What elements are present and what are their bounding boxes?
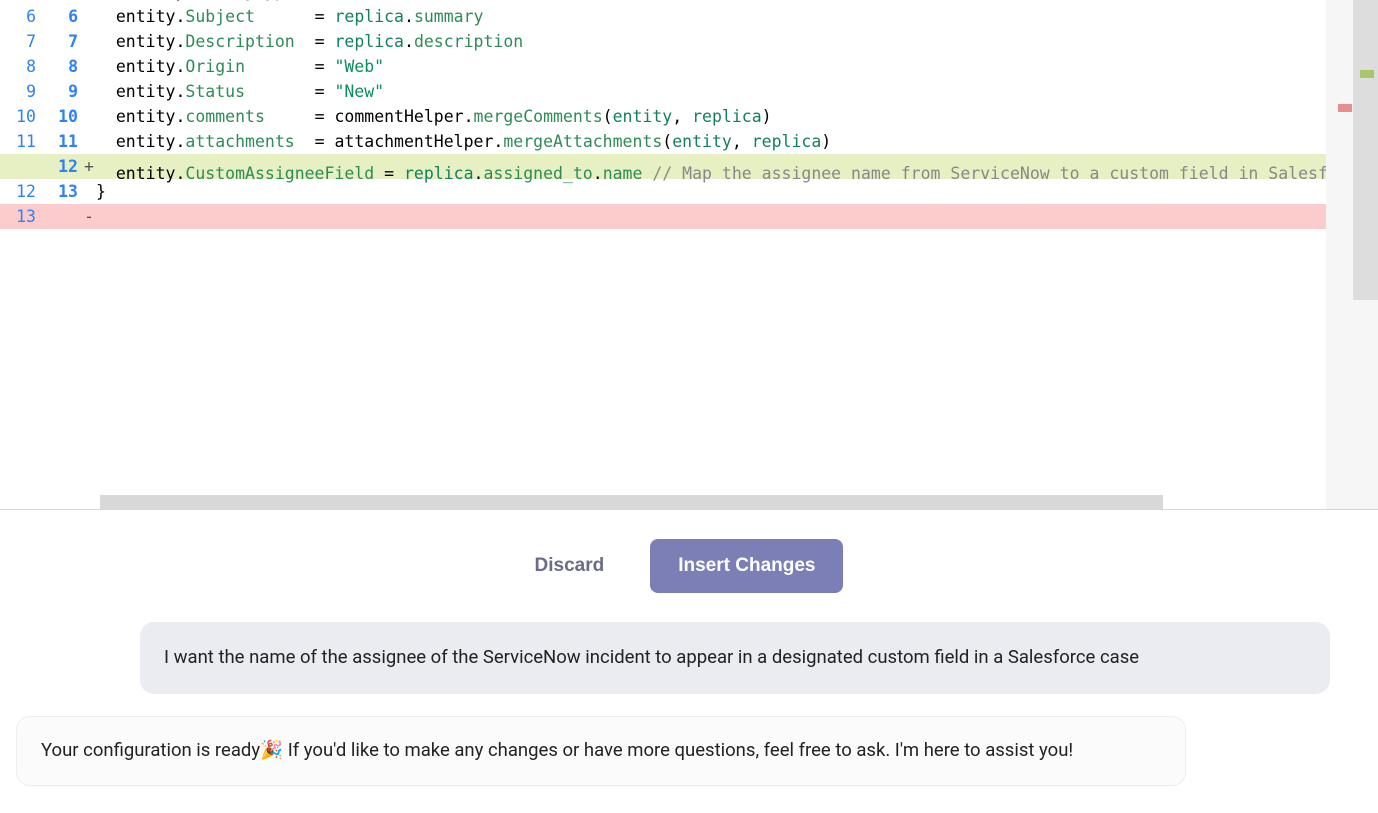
gutter: 13 -: [0, 204, 94, 229]
diff-line[interactable]: 88 entity.Origin = "Web": [0, 54, 1378, 79]
gutter: 66: [0, 4, 94, 29]
diff-marker: [84, 179, 94, 204]
diff-marker: -: [84, 204, 94, 229]
gutter: 1010: [0, 104, 94, 129]
diff-line[interactable]: 66 entity.Subject = replica.summary: [0, 4, 1378, 29]
line-number-new: 13: [42, 179, 84, 204]
line-number-old: 8: [0, 54, 42, 79]
gutter: 99: [0, 79, 94, 104]
discard-button[interactable]: Discard: [535, 555, 605, 577]
chat-user-message: I want the name of the assignee of the S…: [140, 622, 1330, 694]
ruler-deleted-marker: [1338, 104, 1352, 112]
line-number-new: 7: [42, 29, 84, 54]
diff-line-added[interactable]: 12+ entity.CustomAssigneeField = replica…: [0, 154, 1378, 179]
code-content: }: [94, 179, 1378, 204]
line-number-new: 10: [42, 104, 84, 129]
line-number-old: [0, 154, 42, 179]
diff-line[interactable]: 1111 entity.attachments = attachmentHelp…: [0, 129, 1378, 154]
gutter: 1213: [0, 179, 94, 204]
overview-ruler[interactable]: [1326, 0, 1378, 510]
diff-line[interactable]: 99 entity.Status = "New": [0, 79, 1378, 104]
diff-marker: [84, 104, 94, 129]
line-number-new: 6: [42, 4, 84, 29]
gutter: 77: [0, 29, 94, 54]
line-number-old: 11: [0, 129, 42, 154]
assistant-text-prefix: Your configuration is ready: [41, 739, 260, 761]
diff-marker: [84, 54, 94, 79]
diff-code-editor[interactable]: 55if(entity.entityType == "Case"){66 ent…: [0, 0, 1378, 510]
code-content: entity.Origin = "Web": [94, 54, 1378, 79]
line-number-new: 9: [42, 79, 84, 104]
diff-line[interactable]: 1213}: [0, 179, 1378, 204]
diff-marker: +: [84, 154, 94, 179]
code-content: entity.Description = replica.description: [94, 29, 1378, 54]
line-number-old: 13: [0, 204, 42, 229]
diff-line[interactable]: 1010 entity.comments = commentHelper.mer…: [0, 104, 1378, 129]
code-content: entity.comments = commentHelper.mergeCom…: [94, 104, 1378, 129]
diff-marker: [84, 129, 94, 154]
horizontal-scrollbar[interactable]: [100, 495, 1308, 509]
line-number-old: 7: [0, 29, 42, 54]
ruler-added-marker: [1360, 70, 1374, 78]
code-content: entity.attachments = attachmentHelper.me…: [94, 129, 1378, 154]
party-popper-icon: 🎉: [260, 739, 283, 761]
line-number-old: 9: [0, 79, 42, 104]
diff-marker: [84, 79, 94, 104]
line-number-new: 11: [42, 129, 84, 154]
chat-assistant-message: Your configuration is ready🎉 If you'd li…: [16, 716, 1186, 786]
code-area: 55if(entity.entityType == "Case"){66 ent…: [0, 0, 1378, 229]
overview-ruler-viewport: [1353, 0, 1378, 300]
line-number-new: 12: [42, 154, 84, 179]
line-number-old: 12: [0, 179, 42, 204]
line-number-new: [42, 204, 84, 229]
diff-action-bar: Discard Insert Changes: [0, 510, 1378, 622]
chat-section: I want the name of the assignee of the S…: [0, 622, 1378, 786]
gutter: 1111: [0, 129, 94, 154]
line-number-old: 6: [0, 4, 42, 29]
diff-line[interactable]: 77 entity.Description = replica.descript…: [0, 29, 1378, 54]
gutter: 88: [0, 54, 94, 79]
code-content: entity.Status = "New": [94, 79, 1378, 104]
horizontal-scrollbar-thumb[interactable]: [100, 495, 1163, 509]
diff-marker: [84, 4, 94, 29]
insert-changes-button[interactable]: Insert Changes: [650, 539, 843, 593]
assistant-text-suffix: If you'd like to make any changes or hav…: [283, 739, 1073, 761]
gutter: 12+: [0, 154, 94, 179]
line-number-old: 10: [0, 104, 42, 129]
diff-marker: [84, 29, 94, 54]
code-content: entity.Subject = replica.summary: [94, 4, 1378, 29]
diff-line-removed[interactable]: 13 -: [0, 204, 1378, 229]
code-lines-container: 55if(entity.entityType == "Case"){66 ent…: [0, 0, 1378, 229]
line-number-new: 8: [42, 54, 84, 79]
